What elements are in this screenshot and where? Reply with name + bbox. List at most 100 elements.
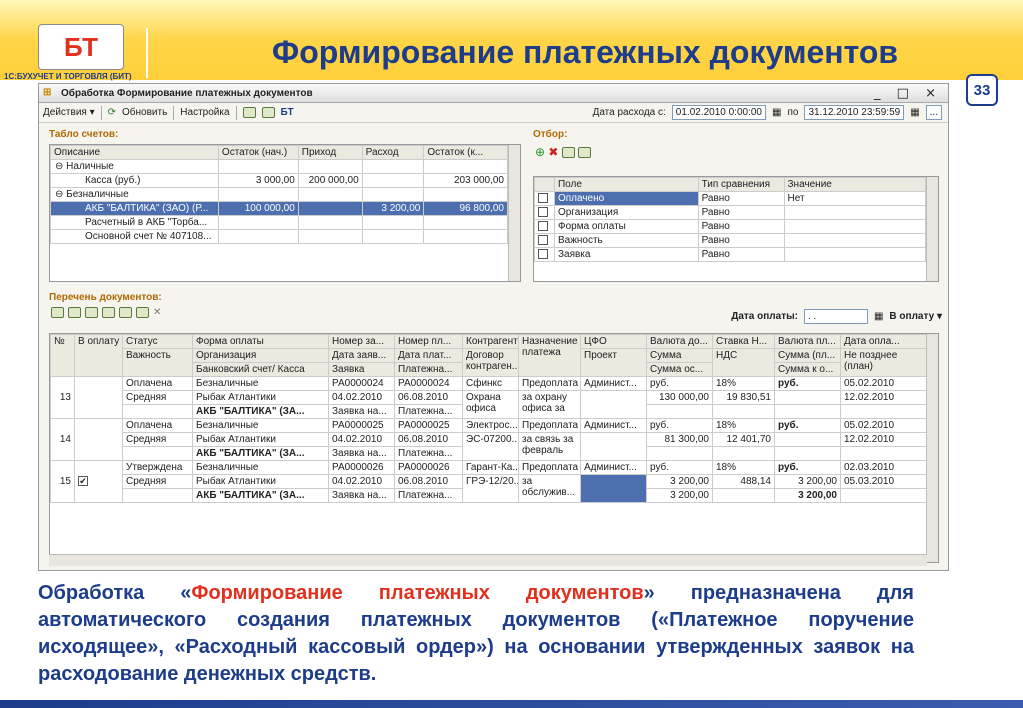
filter-checkbox[interactable]	[538, 193, 548, 204]
window-controls[interactable]: _ □ ×	[874, 86, 942, 101]
filter-row[interactable]: Оплачено Равно Нет	[534, 191, 926, 206]
save-settings-icon[interactable]	[242, 107, 256, 118]
filter-scrollbar[interactable]	[926, 177, 938, 281]
col-income[interactable]: Приход	[297, 145, 363, 160]
clear-filter-icon[interactable]: ✕	[153, 307, 161, 318]
filter-row[interactable]: Заявка Равно	[534, 247, 926, 262]
document-row[interactable]: 13 Оплачена Безналичные РА0000024 РА0000024 С…	[50, 376, 927, 419]
col-compare[interactable]: Тип сравнения	[697, 177, 785, 192]
filter-value[interactable]	[783, 219, 926, 234]
refresh-icon[interactable]: ⟳	[108, 107, 116, 118]
bit-icon[interactable]: БТ	[281, 107, 294, 118]
restore-settings-icon[interactable]	[261, 107, 275, 118]
filter-value[interactable]	[783, 247, 926, 262]
document-row[interactable]: 15 ✔ Утверждена Безналичные РА0000026 РА00000…	[50, 460, 927, 503]
date-to-input[interactable]: 31.12.2010 23:59:59	[804, 105, 905, 120]
column-header[interactable]: Номер пл...	[394, 334, 463, 349]
calendar-icon[interactable]: ▦	[874, 311, 883, 322]
column-header[interactable]: ЦФО	[580, 334, 647, 349]
to-pay-button[interactable]: В оплату ▾	[889, 311, 942, 322]
filter-menu-icon[interactable]	[136, 307, 149, 318]
column-header[interactable]: №	[50, 334, 75, 377]
filter-row[interactable]: Важность Равно	[534, 233, 926, 248]
column-header[interactable]: Важность	[122, 348, 193, 377]
sort-icon[interactable]	[102, 307, 115, 318]
column-header[interactable]: Договор контраген...	[462, 348, 519, 377]
refresh-button[interactable]: Обновить	[122, 107, 167, 118]
filter-checkbox[interactable]	[538, 221, 548, 232]
document-row[interactable]: 14 Оплачена Безналичные РА0000025 РА0000025 Э…	[50, 418, 927, 461]
column-header[interactable]: Организация	[192, 348, 329, 363]
select-all-icon[interactable]	[51, 307, 64, 318]
column-header[interactable]: Валюта пл...	[774, 334, 841, 349]
filter-checkbox[interactable]	[538, 207, 548, 218]
calendar-icon[interactable]: ▦	[910, 107, 919, 118]
add-icon[interactable]: ⊕	[535, 145, 545, 159]
actions-menu[interactable]: Действия ▾	[43, 107, 95, 118]
column-header[interactable]: Заявка	[328, 362, 395, 377]
account-row[interactable]: ⊖ Наличные	[50, 159, 508, 174]
date-from-input[interactable]: 01.02.2010 0:00:00	[671, 105, 766, 120]
column-header[interactable]: Дата опла...	[840, 334, 927, 349]
account-row[interactable]: Расчетный в АКБ "Торба...	[50, 215, 508, 230]
column-header[interactable]: Проект	[580, 348, 647, 377]
column-header[interactable]: Форма оплаты	[192, 334, 329, 349]
select-all-icon[interactable]	[561, 147, 575, 159]
col-end-balance[interactable]: Остаток (к...	[423, 145, 508, 160]
documents-hscrollbar[interactable]	[49, 554, 927, 566]
col-description[interactable]: Описание	[50, 145, 219, 160]
deselect-all-icon[interactable]	[68, 307, 81, 318]
delete-icon[interactable]: ✖	[548, 145, 558, 159]
document-row-2[interactable]: Средняя Рыбак Атлантики 04.02.2010 06.08.20…	[51, 390, 927, 419]
column-header[interactable]: Сумма (пл...	[774, 348, 841, 363]
account-row[interactable]: Основной счет № 407108...	[50, 229, 508, 244]
column-header[interactable]: Сумма к о...	[774, 362, 841, 377]
column-header[interactable]: Сумма ос...	[646, 362, 713, 377]
settings-button[interactable]: Настройка	[180, 107, 229, 118]
column-header[interactable]: Валюта до...	[646, 334, 713, 349]
calendar-icon[interactable]: ▦	[772, 107, 781, 118]
col-field[interactable]: Поле	[553, 177, 699, 192]
column-header[interactable]: НДС	[712, 348, 775, 377]
filter-row[interactable]: Организация Равно	[534, 205, 926, 220]
col-expense[interactable]: Расход	[361, 145, 425, 160]
invert-icon[interactable]	[85, 307, 98, 318]
account-row[interactable]: Касса (руб.) 3 000,00 200 000,00 203 000,00	[50, 173, 508, 188]
filter-checkbox[interactable]	[538, 249, 548, 260]
documents-table[interactable]: № В оплату Статус Форма оплаты Номер за... Но…	[49, 333, 939, 563]
filter-value[interactable]	[783, 205, 926, 220]
column-header[interactable]: Сумма	[646, 348, 713, 363]
document-row-2[interactable]: Средняя Рыбак Атлантики 04.02.2010 06.08.20…	[51, 432, 927, 461]
account-end: 203 000,00	[423, 173, 508, 188]
account-name: Расчетный в АКБ "Торба...	[50, 215, 219, 230]
col-start-balance[interactable]: Остаток (нач.)	[217, 145, 299, 160]
filter-value[interactable]	[783, 233, 926, 248]
account-row[interactable]: АКБ "БАЛТИКА" (ЗАО) (Р... 100 000,00 3 200…	[50, 201, 508, 216]
filter-value[interactable]: Нет	[783, 191, 926, 206]
column-header[interactable]: Ставка Н...	[712, 334, 775, 349]
col-value[interactable]: Значение	[783, 177, 926, 192]
period-select-button[interactable]: ...	[925, 105, 942, 120]
doc-to-pay-checkbox[interactable]: ✔	[78, 476, 88, 487]
account-row[interactable]: ⊖ Безналичные	[50, 187, 508, 202]
column-header[interactable]: Дата заяв...	[328, 348, 395, 363]
column-header[interactable]: Контрагент	[462, 334, 519, 349]
filter-table[interactable]: Поле Тип сравнения Значение Оплачено Равн…	[533, 176, 939, 282]
filter-checkbox[interactable]	[538, 235, 548, 246]
column-header[interactable]: Банковский счет/ Касса	[192, 362, 329, 377]
column-header[interactable]: Не позднее (план)	[840, 348, 927, 377]
pay-date-input[interactable]: . .	[803, 309, 868, 324]
column-header[interactable]: Дата плат...	[394, 348, 463, 363]
accounts-scrollbar[interactable]	[508, 145, 520, 281]
column-header[interactable]: Статус	[122, 334, 193, 349]
accounts-table[interactable]: Описание Остаток (нач.) Приход Расход Ос…	[49, 144, 521, 282]
column-header[interactable]: Назначение платежа	[518, 334, 581, 377]
column-header[interactable]: В оплату	[74, 334, 123, 377]
filter-icon[interactable]	[119, 307, 132, 318]
documents-scrollbar[interactable]	[926, 334, 938, 562]
document-row-2[interactable]: Средняя Рыбак Атлантики 04.02.2010 06.08.20…	[51, 474, 927, 503]
column-header[interactable]: Номер за...	[328, 334, 395, 349]
deselect-all-icon[interactable]	[578, 147, 592, 159]
column-header[interactable]: Платежна...	[394, 362, 463, 377]
filter-row[interactable]: Форма оплаты Равно	[534, 219, 926, 234]
